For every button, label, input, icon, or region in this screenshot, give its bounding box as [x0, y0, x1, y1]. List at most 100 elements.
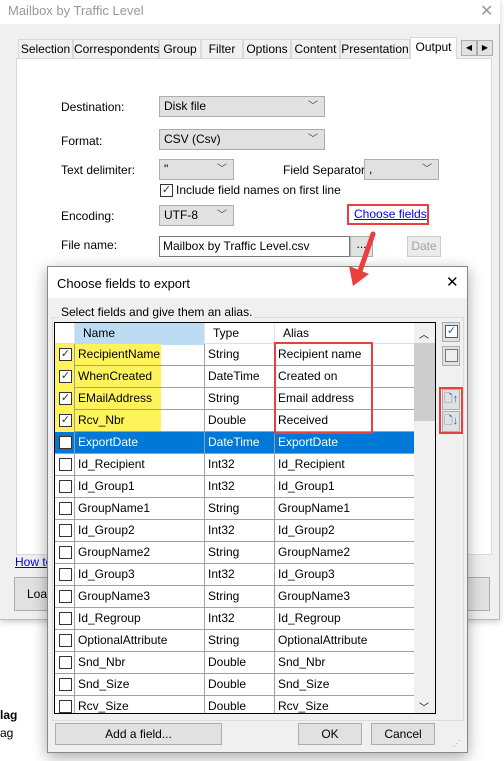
tab-filter[interactable]: Filter	[201, 39, 243, 59]
row-checkbox[interactable]: ✓	[59, 348, 72, 361]
encoding-select[interactable]: UTF-8 ﹀	[159, 205, 234, 226]
field-alias[interactable]: Rcv_Size	[275, 696, 414, 713]
tab-scroll-left-icon[interactable]: ◀	[461, 40, 477, 56]
table-row[interactable]: Id_Regroup Int32 Id_Regroup	[55, 608, 414, 630]
field-name-text: GroupName2	[78, 545, 151, 559]
table-row[interactable]: GroupName3 String GroupName3	[55, 586, 414, 608]
tab-scroll-right-icon[interactable]: ▶	[477, 40, 493, 56]
field-alias[interactable]: Id_Regroup	[275, 608, 414, 630]
row-checkbox[interactable]: ✓	[59, 392, 72, 405]
text-delimiter-select[interactable]: " ﹀	[159, 159, 234, 180]
row-checkbox[interactable]: ✓	[59, 414, 72, 427]
field-name-text: GroupName1	[78, 501, 151, 515]
field-alias[interactable]: Id_Recipient	[275, 454, 414, 476]
field-alias[interactable]: Snd_Size	[275, 674, 414, 696]
row-checkbox[interactable]	[59, 524, 72, 537]
field-type: Double	[205, 696, 275, 713]
field-alias[interactable]: Id_Group1	[275, 476, 414, 498]
table-row[interactable]: GroupName2 String GroupName2	[55, 542, 414, 564]
field-alias[interactable]: Id_Group3	[275, 564, 414, 586]
grid-header: Name Type Alias	[55, 323, 414, 345]
date-button[interactable]: Date	[407, 236, 441, 257]
table-row[interactable]: Id_Group1 Int32 Id_Group1	[55, 476, 414, 498]
close-icon[interactable]: ✕	[480, 1, 493, 21]
row-checkbox[interactable]	[59, 612, 72, 625]
dialog-title-bar: Choose fields to export ✕	[48, 267, 467, 298]
field-alias[interactable]: GroupName3	[275, 586, 414, 608]
tab-correspondents[interactable]: Correspondents	[73, 39, 159, 59]
row-checkbox[interactable]	[59, 436, 72, 449]
field-name-text: Id_Group3	[78, 567, 135, 581]
right-button[interactable]	[466, 577, 490, 611]
ok-button[interactable]: OK	[298, 723, 362, 745]
file-name-input[interactable]: Mailbox by Traffic Level.csv	[159, 236, 350, 257]
row-checkbox[interactable]: ✓	[59, 370, 72, 383]
row-checkbox[interactable]	[59, 656, 72, 669]
table-row[interactable]: Id_Group2 Int32 Id_Group2	[55, 520, 414, 542]
scroll-down-icon[interactable]: ﹀	[419, 699, 429, 713]
destination-select[interactable]: Disk file ﹀	[159, 96, 325, 117]
field-separator-value: ,	[369, 162, 373, 176]
include-names-checkbox[interactable]: ✓	[160, 184, 173, 197]
tab-options[interactable]: Options	[243, 39, 291, 59]
scrollbar-thumb[interactable]	[414, 343, 435, 421]
check-all-button[interactable]: ✓	[442, 322, 460, 342]
row-checkbox[interactable]	[59, 634, 72, 647]
column-header-type[interactable]: Type	[205, 323, 275, 345]
uncheck-all-button[interactable]	[442, 346, 460, 366]
field-name: WhenCreated	[75, 366, 205, 388]
cancel-button[interactable]: Cancel	[371, 723, 435, 745]
field-type: DateTime	[205, 366, 275, 388]
field-alias[interactable]: OptionalAttribute	[275, 630, 414, 652]
field-separator-label: Field Separator:	[283, 163, 369, 177]
table-row[interactable]: Rcv_Size Double Rcv_Size	[55, 696, 414, 713]
row-checkbox[interactable]	[59, 590, 72, 603]
field-type: Int32	[205, 520, 275, 542]
row-checkbox[interactable]	[59, 700, 72, 713]
table-row[interactable]: OptionalAttribute String OptionalAttribu…	[55, 630, 414, 652]
field-type: String	[205, 630, 275, 652]
tab-group[interactable]: Group	[159, 39, 201, 59]
move-up-button[interactable]: 🗋↑	[442, 389, 460, 410]
field-alias[interactable]: ExportDate	[275, 432, 414, 454]
row-checkbox[interactable]	[59, 458, 72, 471]
table-row[interactable]: Snd_Size Double Snd_Size	[55, 674, 414, 696]
row-checkbox[interactable]	[59, 480, 72, 493]
table-row[interactable]: Id_Recipient Int32 Id_Recipient	[55, 454, 414, 476]
annotation-arrow	[349, 231, 376, 286]
row-check-cell	[55, 498, 75, 520]
row-checkbox[interactable]	[59, 678, 72, 691]
table-row[interactable]: GroupName1 String GroupName1	[55, 498, 414, 520]
tab-selection[interactable]: Selection	[18, 39, 73, 59]
row-check-cell	[55, 454, 75, 476]
field-name: Snd_Size	[75, 674, 205, 696]
field-separator-select[interactable]: , ﹀	[364, 159, 439, 180]
format-value: CSV (Csv)	[164, 132, 221, 146]
field-type: Double	[205, 410, 275, 432]
vertical-scrollbar[interactable]: ︿ ﹀	[414, 323, 435, 713]
move-down-button[interactable]: 🗋↓	[442, 411, 460, 432]
table-row[interactable]: Id_Group3 Int32 Id_Group3	[55, 564, 414, 586]
field-alias[interactable]: Id_Group2	[275, 520, 414, 542]
row-checkbox[interactable]	[59, 568, 72, 581]
row-checkbox[interactable]	[59, 546, 72, 559]
row-check-cell: ✓	[55, 388, 75, 410]
column-header-name[interactable]: Name	[75, 323, 205, 345]
format-select[interactable]: CSV (Csv) ﹀	[159, 129, 325, 150]
table-row[interactable]: Snd_Nbr Double Snd_Nbr	[55, 652, 414, 674]
field-type: String	[205, 344, 275, 366]
resize-grip-icon[interactable]: ⋰	[453, 739, 461, 748]
scroll-up-icon[interactable]: ︿	[419, 326, 429, 341]
field-alias[interactable]: GroupName2	[275, 542, 414, 564]
choose-fields-link[interactable]: Choose fields	[354, 207, 427, 221]
row-checkbox[interactable]	[59, 502, 72, 515]
tab-presentation[interactable]: Presentation	[340, 39, 410, 59]
table-row[interactable]: ExportDate DateTime ExportDate	[55, 432, 414, 454]
field-alias[interactable]: Snd_Nbr	[275, 652, 414, 674]
tab-output[interactable]: Output	[410, 37, 457, 59]
add-field-button[interactable]: Add a field...	[55, 723, 222, 745]
field-type: String	[205, 586, 275, 608]
field-alias[interactable]: GroupName1	[275, 498, 414, 520]
tab-content[interactable]: Content	[291, 39, 340, 59]
close-icon[interactable]: ✕	[446, 273, 459, 291]
